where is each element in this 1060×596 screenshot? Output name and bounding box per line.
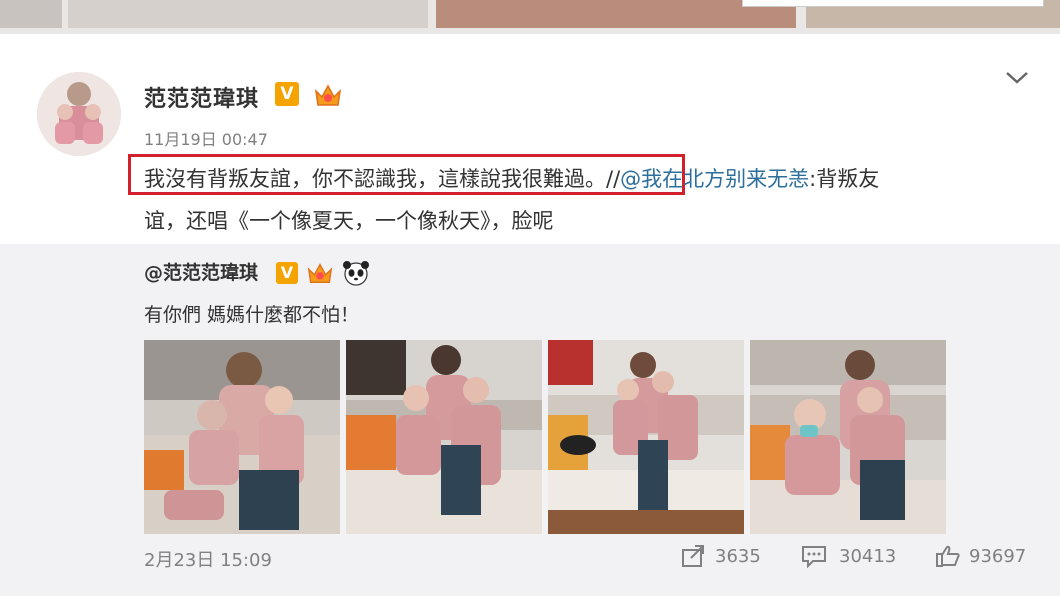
like-button[interactable]: 93697 (935, 544, 1026, 568)
crown-icon (306, 259, 334, 287)
panda-emoji-icon (342, 259, 370, 287)
strip-photo (68, 0, 428, 28)
previous-post-strip (0, 0, 1060, 34)
mention-link[interactable]: @我在北方别来无恙 (620, 167, 809, 191)
post-username[interactable]: 范范范瑋琪 (144, 81, 259, 113)
photo-thumbnail[interactable] (144, 340, 340, 534)
repost-username[interactable]: @范范范瑋琪 (144, 258, 258, 285)
highlighted-text: 我沒有背叛友誼，你不認識我，這樣說我很難過。 (144, 167, 606, 191)
weibo-post-card: 范范范瑋琪 V 11月19日 00:47 我沒有背叛友誼，你不認識我，這樣說我很… (0, 34, 1060, 596)
repost-text: 有你們 媽媽什麼都不怕！ (144, 304, 360, 326)
share-button[interactable]: 3635 (681, 544, 761, 568)
photo-thumbnail[interactable] (750, 340, 946, 534)
avatar[interactable] (37, 72, 121, 156)
comment-count: 30413 (839, 545, 897, 567)
thumbs-up-icon (936, 545, 960, 567)
post-text-continued: :背叛友 (809, 167, 880, 191)
share-icon (682, 545, 704, 567)
strip-photo (0, 0, 62, 28)
comment-button[interactable]: 30413 (801, 544, 896, 568)
crown-icon (313, 80, 343, 110)
post-text-line2: 谊，还唱《一个像夏天，一个像秋天》，脸呢 (144, 209, 554, 233)
post-text: 我沒有背叛友誼，你不認識我，這樣說我很難過。//@我在北方别来无恙:背叛友 谊，… (144, 158, 1024, 242)
post-timestamp[interactable]: 11月19日 00:47 (144, 126, 268, 150)
search-box-edge (742, 0, 1044, 7)
photo-thumbnail[interactable] (548, 340, 744, 534)
comment-icon (802, 546, 826, 568)
photo-thumbnail[interactable] (346, 340, 542, 534)
repost-separator: // (606, 167, 621, 191)
chevron-down-icon[interactable] (1004, 70, 1030, 86)
like-count: 93697 (969, 545, 1027, 567)
repost-date[interactable]: 2月23日 15:09 (144, 546, 272, 572)
reposted-content: @范范范瑋琪 V 有你們 媽媽什麼都不怕！ 2月23日 15:09 3635 3… (0, 244, 1060, 596)
verified-badge-icon: V (276, 262, 298, 284)
verified-badge-icon: V (275, 82, 299, 106)
share-count: 3635 (715, 545, 761, 567)
